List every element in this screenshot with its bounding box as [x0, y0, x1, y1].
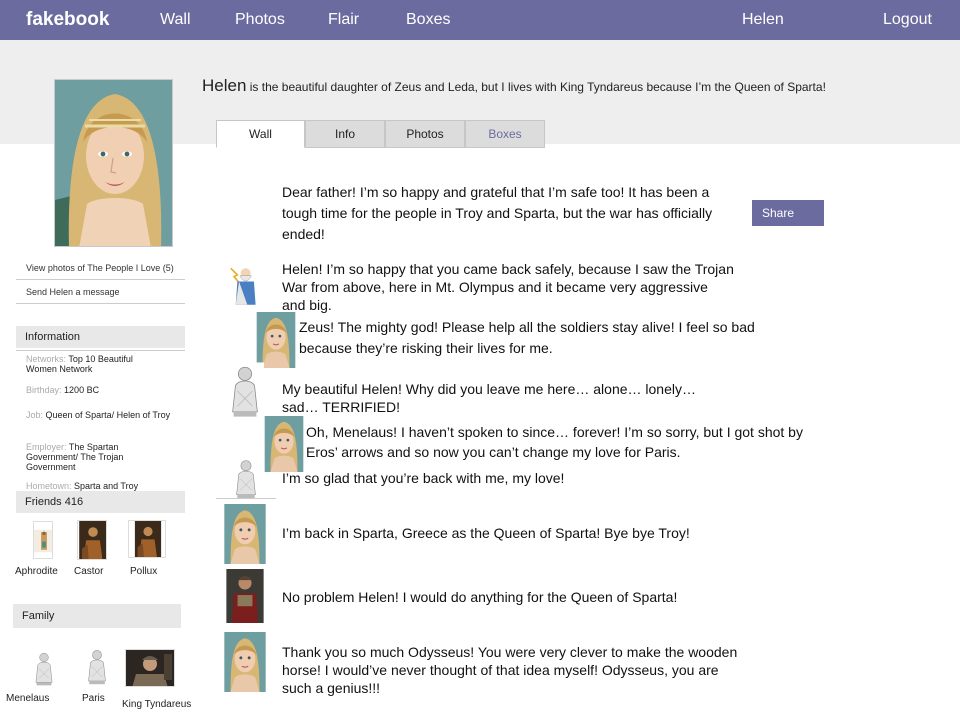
info-employer: Employer: The Spartan Government/ The Tr… [26, 442, 154, 472]
view-photos-link[interactable]: View photos of The People I Love (5) [26, 263, 176, 273]
friend-photo-aphrodite[interactable] [33, 521, 53, 559]
wall-post: No problem Helen! I would do anything fo… [282, 589, 678, 605]
top-navigation-bar: fakebook Wall Photos Flair Boxes Helen L… [0, 0, 960, 40]
sidebar-divider [16, 279, 185, 280]
info-networks: Networks: Top 10 Beautiful Women Network [26, 354, 161, 374]
friend-name-pollux[interactable]: Pollux [130, 566, 157, 577]
info-employer-key: Employer: [26, 442, 67, 452]
helen-portrait-image [55, 80, 172, 246]
family-name-king-tyndareus[interactable]: King Tyndareus [122, 699, 191, 710]
nav-boxes-link[interactable]: Boxes [406, 11, 450, 29]
info-hometown: Hometown: Sparta and Troy [26, 481, 184, 491]
tab-info[interactable]: Info [305, 120, 385, 148]
nav-photos-link[interactable]: Photos [235, 11, 285, 29]
post-avatar-helen[interactable] [224, 632, 266, 692]
friend-photo-pollux[interactable] [128, 520, 166, 558]
fakebook-logo[interactable]: fakebook [26, 9, 109, 31]
post-avatar-menelaus[interactable] [226, 362, 264, 418]
info-job-value: Queen of Sparta/ Helen of Troy [45, 410, 171, 420]
profile-photo[interactable] [54, 79, 173, 247]
family-photo-paris[interactable] [84, 646, 110, 686]
wall-post: Zeus! The mighty god! Please help all th… [299, 319, 755, 356]
tab-wall[interactable]: Wall [216, 120, 305, 148]
nav-logout-link[interactable]: Logout [883, 11, 932, 29]
information-header: Information [16, 326, 185, 348]
post-avatar-helen[interactable] [264, 416, 304, 472]
profile-name: Helen [202, 76, 247, 95]
send-message-link[interactable]: Send Helen a message [26, 287, 120, 297]
family-name-menelaus[interactable]: Menelaus [6, 693, 49, 704]
profile-bio: Helen is the beautiful daughter of Zeus … [202, 76, 862, 95]
nav-user-link[interactable]: Helen [742, 11, 784, 29]
friends-header: Friends 416 [16, 491, 185, 513]
profile-bio-text: is the beautiful daughter of Zeus and Le… [246, 80, 826, 94]
info-networks-key: Networks: [26, 354, 67, 364]
info-job-key: Job: [26, 410, 44, 420]
wall-post: My beautiful Helen! Why did you leave me… [282, 381, 696, 415]
post-divider [216, 498, 276, 499]
post-avatar-helen[interactable] [256, 312, 296, 368]
nav-wall-link[interactable]: Wall [160, 11, 191, 29]
wall-post: Dear father! I’m so happy and grateful t… [282, 184, 713, 242]
post-avatar-zeus[interactable] [224, 260, 264, 308]
info-hometown-value: Sparta and Troy [74, 481, 139, 491]
friend-photo-castor[interactable] [77, 520, 107, 560]
family-name-paris[interactable]: Paris [82, 693, 105, 704]
sidebar-divider [16, 350, 185, 351]
post-avatar-helen[interactable] [224, 504, 266, 564]
info-job: Job: Queen of Sparta/ Helen of Troy [26, 410, 178, 420]
info-birthday-value: 1200 BC [64, 385, 100, 395]
family-photo-king-tyndareus[interactable] [125, 649, 175, 687]
share-button[interactable]: Share [752, 200, 824, 226]
info-birthday: Birthday: 1200 BC [26, 385, 184, 395]
post-avatar-paris[interactable] [228, 457, 264, 499]
tab-boxes[interactable]: Boxes [465, 120, 545, 148]
family-header: Family [13, 604, 181, 628]
wall-post: Oh, Menelaus! I haven’t spoken to since…… [306, 424, 803, 460]
wall-post: Helen! I’m so happy that you came back s… [282, 261, 734, 313]
info-hometown-key: Hometown: [26, 481, 72, 491]
info-birthday-key: Birthday: [26, 385, 62, 395]
friend-name-aphrodite[interactable]: Aphrodite [15, 566, 58, 577]
sidebar-divider [16, 303, 185, 304]
post-avatar-odysseus[interactable] [224, 569, 266, 623]
family-photo-menelaus[interactable] [30, 650, 58, 686]
wall-post: I’m back in Sparta, Greece as the Queen … [282, 525, 690, 541]
wall-post: Thank you so much Odysseus! You were ver… [282, 644, 738, 696]
tab-photos[interactable]: Photos [385, 120, 465, 148]
friend-name-castor[interactable]: Castor [74, 566, 103, 577]
wall-post: I’m so glad that you’re back with me, my… [282, 470, 565, 486]
nav-flair-link[interactable]: Flair [328, 11, 359, 29]
